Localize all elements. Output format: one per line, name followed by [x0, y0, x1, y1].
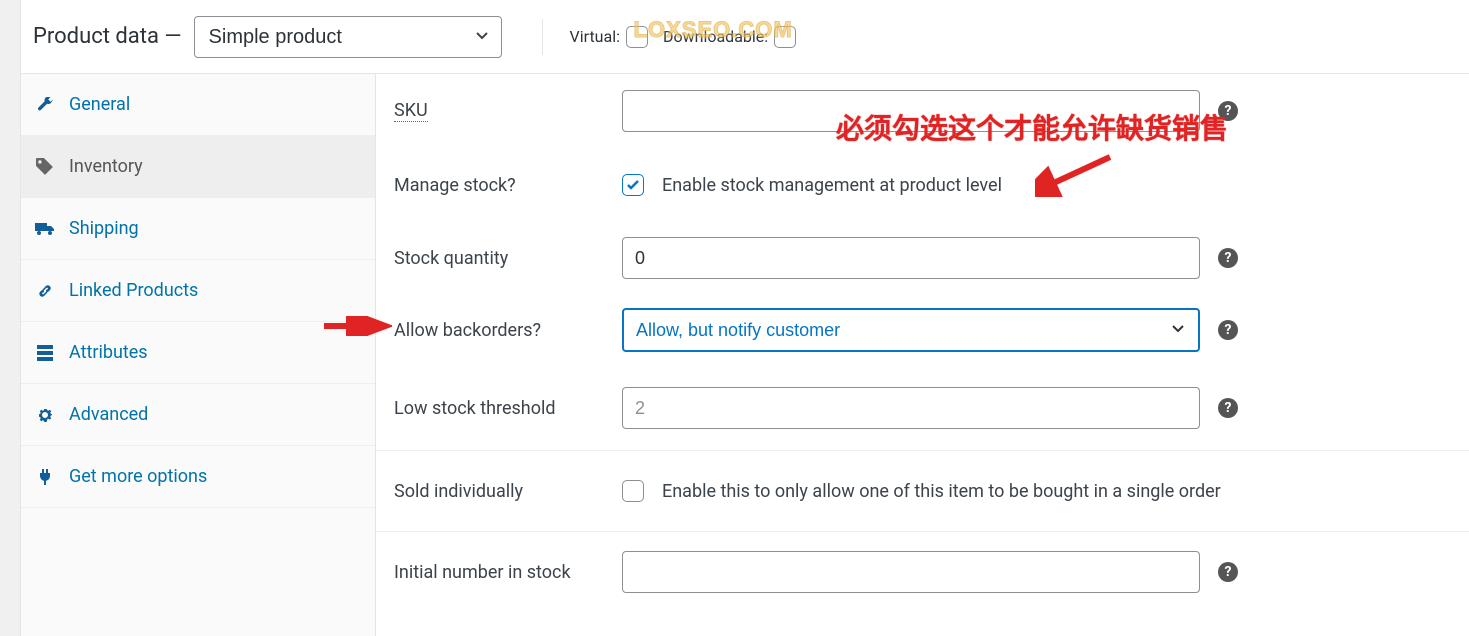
plug-icon — [35, 469, 55, 485]
virtual-checkbox[interactable] — [626, 26, 648, 48]
initial-stock-label: Initial number in stock — [394, 562, 622, 583]
gear-icon — [35, 407, 55, 423]
sold-individually-label: Sold individually — [394, 481, 622, 502]
inventory-form: SKU ? Manage stock? Enable stock managem… — [376, 74, 1469, 612]
tab-label: Linked Products — [69, 280, 198, 301]
tag-icon — [35, 158, 55, 176]
row-sold-individually: Sold individually Enable this to only al… — [376, 451, 1469, 531]
panel-title: Product data — — [33, 24, 182, 49]
tab-advanced[interactable]: Advanced — [21, 384, 375, 446]
tab-attributes[interactable]: Attributes — [21, 322, 375, 384]
stock-qty-label: Stock quantity — [394, 248, 622, 269]
manage-stock-checkbox[interactable] — [622, 174, 644, 196]
tab-inventory[interactable]: Inventory — [21, 136, 375, 198]
row-manage-stock: Manage stock? Enable stock management at… — [376, 148, 1469, 222]
tab-general[interactable]: General — [21, 74, 375, 136]
panel-header: Product data — Simple product Virtual: D… — [21, 0, 1469, 74]
downloadable-option[interactable]: Downloadable: — [663, 26, 796, 48]
initial-stock-input[interactable] — [622, 551, 1200, 593]
manage-stock-text: Enable stock management at product level — [662, 175, 1002, 196]
product-type-select[interactable]: Simple product — [194, 16, 502, 58]
tab-label: General — [69, 94, 130, 115]
help-icon[interactable]: ? — [1218, 320, 1238, 340]
tab-get-more-options[interactable]: Get more options — [21, 446, 375, 508]
row-stock-quantity: Stock quantity ? — [376, 222, 1469, 294]
tab-label: Inventory — [69, 156, 143, 177]
link-icon — [35, 283, 55, 299]
wrench-icon — [35, 97, 55, 113]
tab-linked-products[interactable]: Linked Products — [21, 260, 375, 322]
divider — [542, 19, 543, 55]
help-icon[interactable]: ? — [1218, 248, 1238, 268]
sold-individually-text: Enable this to only allow one of this it… — [662, 481, 1221, 502]
backorders-select[interactable]: Allow, but notify customer — [622, 308, 1200, 352]
tab-label: Advanced — [69, 404, 148, 425]
help-icon[interactable]: ? — [1218, 398, 1238, 418]
tab-label: Shipping — [69, 218, 139, 239]
tab-shipping[interactable]: Shipping — [21, 198, 375, 260]
product-data-panel: Product data — Simple product Virtual: D… — [20, 0, 1469, 636]
stock-qty-input[interactable] — [622, 237, 1200, 279]
sku-label: SKU — [394, 100, 622, 122]
tab-label: Attributes — [69, 342, 148, 363]
row-allow-backorders: Allow backorders? Allow, but notify cust… — [376, 294, 1469, 366]
low-stock-input[interactable] — [622, 387, 1200, 429]
row-initial-stock: Initial number in stock ? — [376, 532, 1469, 612]
tab-label: Get more options — [69, 466, 207, 487]
sold-individually-checkbox[interactable] — [622, 480, 644, 502]
low-stock-label: Low stock threshold — [394, 398, 622, 419]
downloadable-label: Downloadable: — [663, 27, 768, 46]
manage-stock-label: Manage stock? — [394, 175, 622, 196]
virtual-option[interactable]: Virtual: — [570, 26, 648, 48]
row-low-stock: Low stock threshold ? — [376, 366, 1469, 450]
backorders-label: Allow backorders? — [394, 320, 622, 341]
help-icon[interactable]: ? — [1218, 562, 1238, 582]
annotation-text: 必须勾选这个才能允许缺货销售 — [836, 107, 1228, 147]
truck-icon — [35, 221, 55, 237]
downloadable-checkbox[interactable] — [774, 26, 796, 48]
virtual-label: Virtual: — [570, 27, 620, 46]
header-options: Virtual: Downloadable: LOXSEO.COM — [542, 19, 797, 55]
tabs-sidebar: General Inventory Shipping Linked Produc… — [21, 74, 376, 636]
list-icon — [35, 345, 55, 361]
